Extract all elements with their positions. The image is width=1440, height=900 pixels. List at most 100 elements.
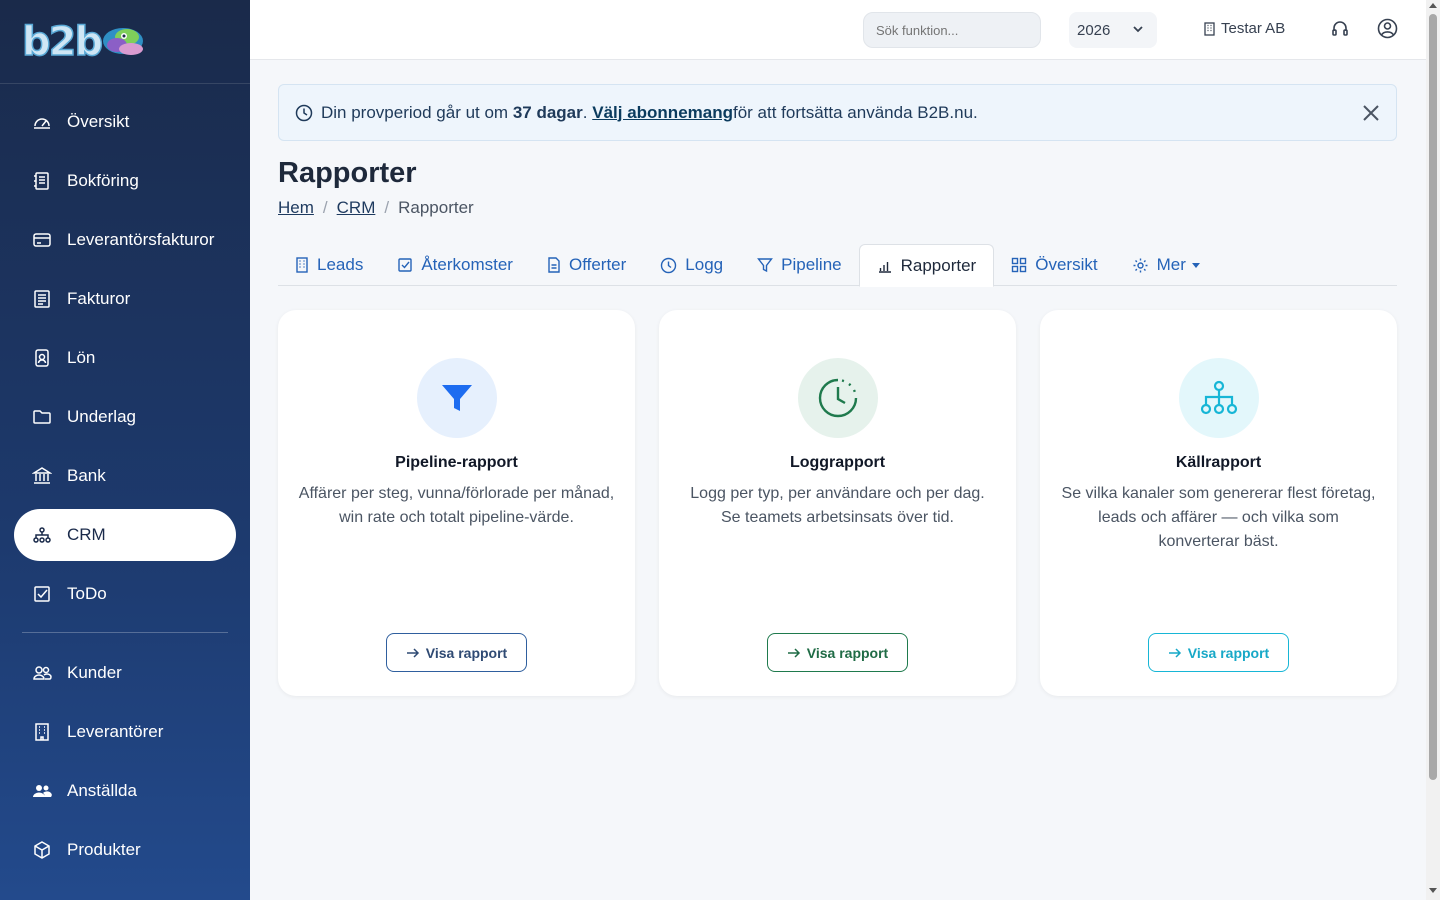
breadcrumb: Hem / CRM / Rapporter: [278, 198, 474, 218]
view-report-button[interactable]: Visa rapport: [767, 633, 908, 672]
card-description: Logg per typ, per användare och per dag.…: [690, 485, 985, 526]
search-input[interactable]: [863, 12, 1041, 48]
sidebar-item-label: Leverantörsfakturor: [67, 230, 215, 249]
alert-days: 37 dagar: [512, 102, 583, 122]
sidebar: b2b Översikt Bokföring Leverantörsfaktur…: [0, 0, 250, 900]
scroll-up-arrow-icon[interactable]: [1429, 3, 1437, 8]
company-switcher[interactable]: Testar AB: [1203, 20, 1285, 37]
breadcrumb-home[interactable]: Hem: [278, 198, 314, 218]
report-card-pipeline: Pipeline-rapport Affärer per steg, vunna…: [278, 310, 635, 696]
sidebar-item-leverantorer[interactable]: Leverantörer: [14, 706, 236, 758]
card-description: Affärer per steg, vunna/förlorade per må…: [298, 485, 615, 526]
tab-oversikt[interactable]: Översikt: [994, 244, 1114, 286]
sidebar-item-label: Bokföring: [67, 171, 139, 190]
report-cards: Pipeline-rapport Affärer per steg, vunna…: [278, 310, 1397, 696]
building-icon: [295, 257, 309, 273]
logo-text: b2b: [21, 18, 104, 66]
sidebar-item-fakturor[interactable]: Fakturor: [14, 273, 236, 325]
tab-label: Återkomster: [421, 255, 513, 274]
sidebar-item-bokforing[interactable]: Bokföring: [14, 155, 236, 207]
close-icon[interactable]: [1360, 102, 1382, 124]
button-label: Visa rapport: [1187, 644, 1270, 661]
alert-text-pre: Din provperiod går ut om: [321, 102, 509, 122]
scroll-down-arrow-icon[interactable]: [1429, 888, 1437, 893]
sidebar-item-label: CRM: [67, 525, 106, 544]
tab-aterkomster[interactable]: Återkomster: [380, 244, 530, 286]
view-report-button[interactable]: Visa rapport: [1148, 633, 1289, 672]
button-label: Visa rapport: [806, 644, 889, 661]
tab-logg[interactable]: Logg: [643, 244, 740, 286]
bar-chart-icon: [877, 258, 893, 274]
clock-icon: [295, 104, 313, 122]
sidebar-item-label: Bank: [67, 466, 106, 485]
grid-icon: [1011, 257, 1027, 273]
alert-dot: .: [582, 102, 588, 122]
topbar: 2026 Testar AB: [250, 0, 1426, 60]
clock-history-icon: [818, 378, 858, 418]
choose-subscription-link[interactable]: Välj abonnemang: [592, 103, 733, 123]
gauge-icon: [32, 112, 52, 132]
headset-icon[interactable]: [1330, 19, 1350, 39]
sidebar-item-label: Leverantörer: [67, 722, 164, 741]
sidebar-item-lon[interactable]: Lön: [14, 332, 236, 384]
sidebar-item-label: Underlag: [67, 407, 136, 426]
logo-mascot-icon: [103, 27, 144, 55]
tab-mer[interactable]: Mer: [1115, 244, 1217, 286]
ledger-icon: [32, 171, 52, 191]
trial-alert: Din provperiod går ut om 37 dagar. Välj …: [278, 84, 1397, 141]
view-report-button[interactable]: Visa rapport: [386, 633, 527, 672]
sidebar-item-label: Kunder: [67, 663, 122, 682]
sidebar-item-crm[interactable]: CRM: [14, 509, 236, 561]
clock-icon: [660, 257, 677, 274]
breadcrumb-crm[interactable]: CRM: [337, 198, 376, 218]
tab-pipeline[interactable]: Pipeline: [740, 244, 859, 286]
sidebar-item-oversikt[interactable]: Översikt: [14, 96, 236, 148]
sidebar-item-label: Lön: [67, 348, 96, 367]
sidebar-item-underlag[interactable]: Underlag: [14, 391, 236, 443]
sidebar-item-label: Fakturor: [67, 289, 131, 308]
checkbox-icon: [32, 584, 52, 604]
sidebar-item-anstallda[interactable]: Anställda: [14, 765, 236, 817]
card-description: Se vilka kanaler som genererar flest för…: [1061, 485, 1376, 550]
tab-label: Rapporter: [900, 255, 977, 275]
tab-leads[interactable]: Leads: [278, 244, 380, 286]
building-icon: [32, 722, 52, 742]
sidebar-item-todo[interactable]: ToDo: [14, 568, 236, 620]
sidebar-item-produkter[interactable]: Produkter: [14, 824, 236, 876]
user-circle-icon[interactable]: [1377, 18, 1398, 39]
sidebar-item-label: Anställda: [67, 781, 137, 800]
card-icon-circle: [798, 358, 878, 438]
scrollbar[interactable]: [1426, 0, 1440, 900]
box-icon: [32, 840, 52, 860]
folder-icon: [32, 407, 52, 427]
document-icon: [547, 257, 561, 273]
sidebar-item-leverantorsfakturor[interactable]: Leverantörsfakturor: [14, 214, 236, 266]
people-icon: [32, 663, 52, 683]
report-card-kalla: Källrapport Se vilka kanaler som generer…: [1040, 310, 1397, 696]
caret-down-icon: [1191, 262, 1200, 268]
card-icon-circle: [1179, 358, 1259, 438]
year-select[interactable]: 2026: [1069, 12, 1157, 48]
invoice-icon: [32, 289, 52, 309]
tab-label: Pipeline: [781, 255, 842, 274]
breadcrumb-separator: /: [322, 198, 328, 217]
tab-offerter[interactable]: Offerter: [530, 244, 643, 286]
card-title: Källrapport: [1175, 454, 1262, 471]
report-card-logg: Loggrapport Logg per typ, per användare …: [659, 310, 1016, 696]
company-name: Testar AB: [1221, 20, 1286, 37]
building-icon: [1204, 21, 1215, 36]
arrow-right-icon: [406, 647, 420, 659]
tab-rapporter[interactable]: Rapporter: [858, 244, 995, 287]
card-icon-circle: [417, 358, 497, 438]
tab-label: Offerter: [568, 255, 627, 274]
logo[interactable]: b2b: [0, 0, 250, 84]
card-icon: [32, 230, 52, 250]
button-label: Visa rapport: [425, 644, 508, 661]
sidebar-item-bank[interactable]: Bank: [14, 450, 236, 502]
arrow-right-icon: [1168, 647, 1182, 659]
sidebar-item-kunder[interactable]: Kunder: [14, 647, 236, 699]
tab-label: Leads: [317, 255, 364, 274]
card-title: Pipeline-rapport: [395, 454, 518, 471]
scrollbar-thumb[interactable]: [1429, 14, 1437, 780]
tab-label: Översikt: [1035, 255, 1098, 274]
